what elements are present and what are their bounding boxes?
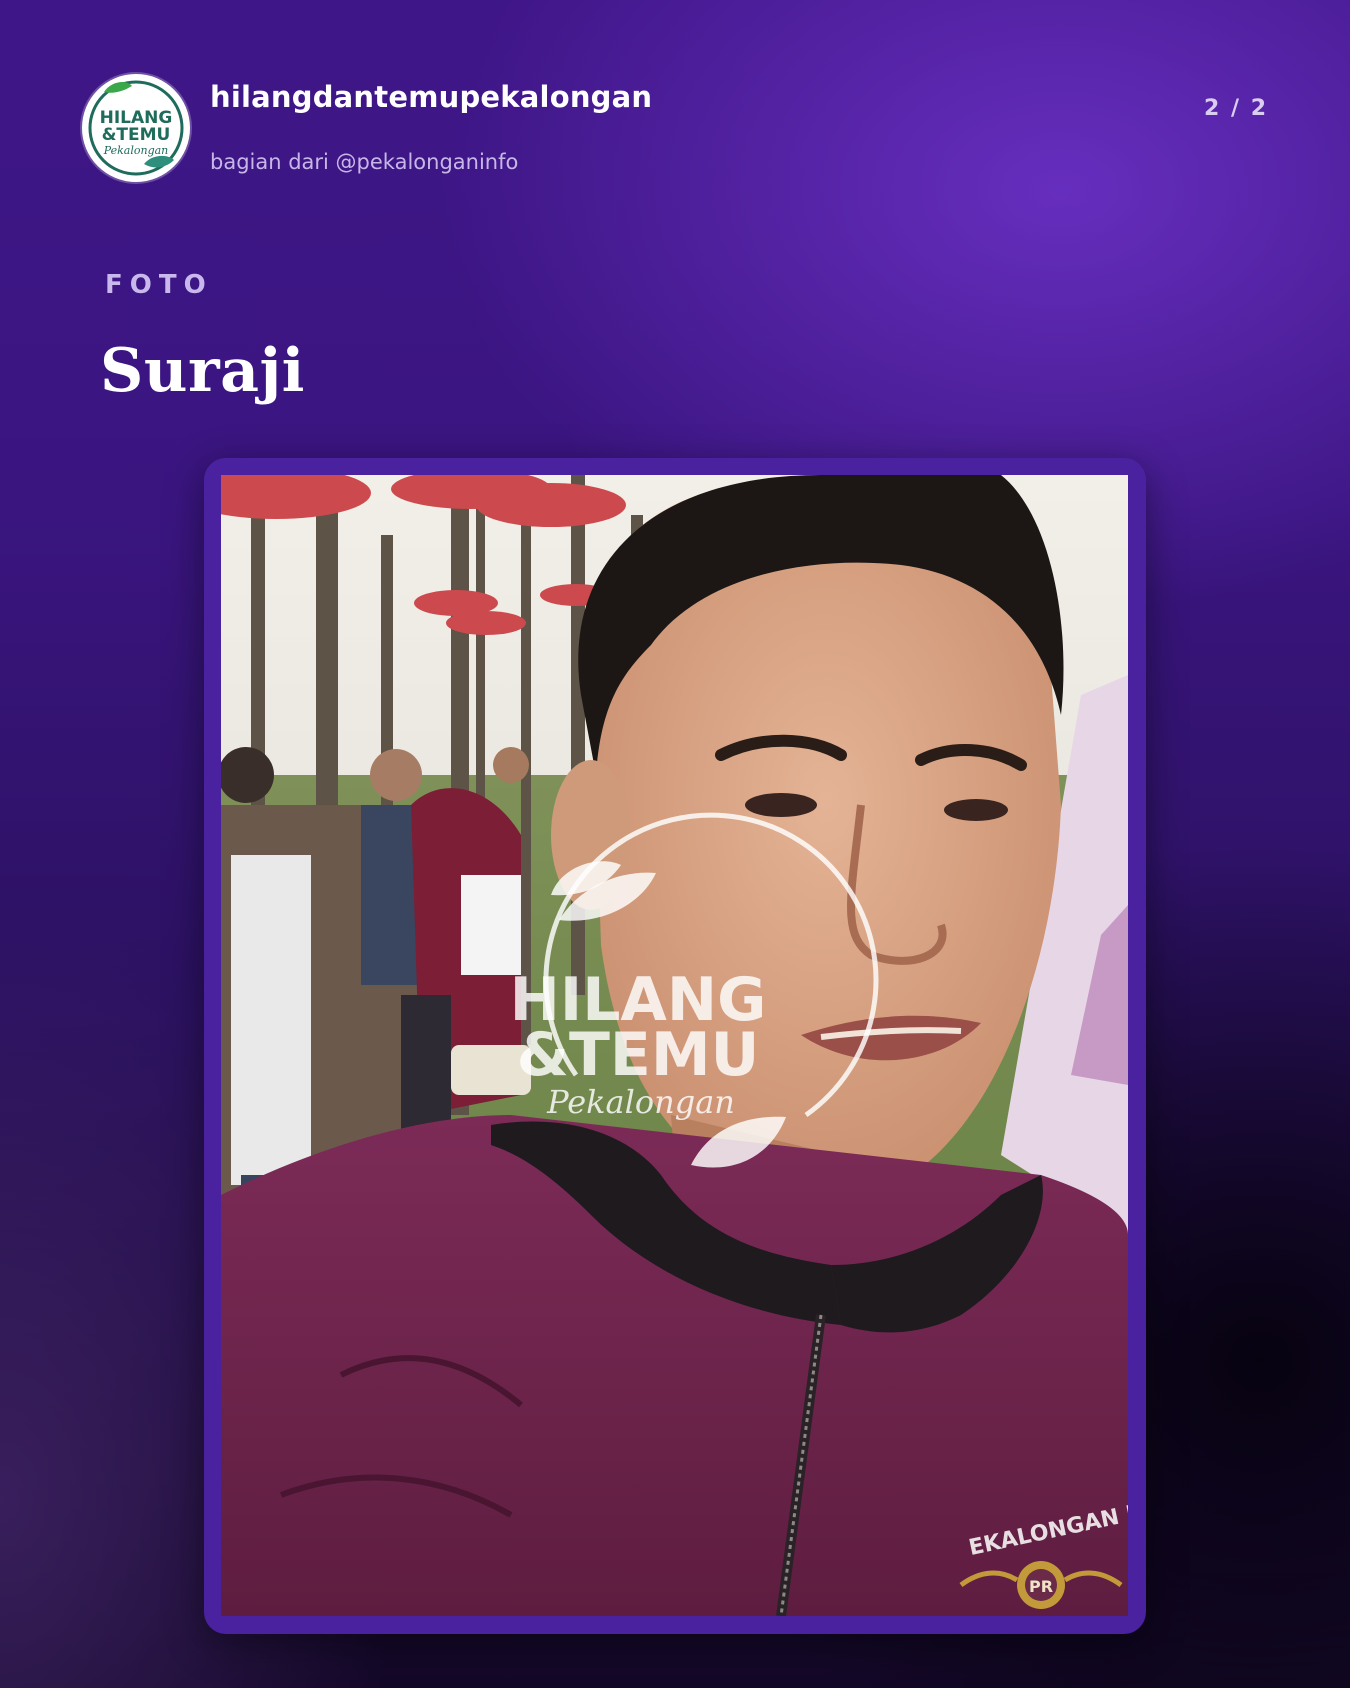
hilang-temu-logo-icon: HILANG &TEMU Pekalongan xyxy=(88,80,184,176)
watermark-script: Pekalongan xyxy=(546,1083,735,1121)
photo-card: EKALONGAN RANTAU PR HILANG &TEMU Pekalon… xyxy=(204,458,1146,1634)
account-name[interactable]: hilangdantemupekalongan xyxy=(210,80,652,114)
account-subtitle: bagian dari @pekalonganinfo xyxy=(210,150,519,174)
account-avatar[interactable]: HILANG &TEMU Pekalongan xyxy=(82,74,190,182)
page-indicator: 2 / 2 xyxy=(1204,96,1268,121)
watermark-line2: &TEMU xyxy=(517,1020,760,1090)
post-title: Suraji xyxy=(100,336,305,406)
logo-text-line2: &TEMU xyxy=(102,125,171,145)
section-label: FOTO xyxy=(105,270,213,300)
logo-text-script: Pekalongan xyxy=(103,144,169,157)
person-photo-illustration: EKALONGAN RANTAU PR HILANG &TEMU Pekalon… xyxy=(221,475,1128,1616)
post-header: HILANG &TEMU Pekalongan hilangdantemupek… xyxy=(82,74,1268,186)
badge-initials: PR xyxy=(1029,1577,1053,1596)
person-photo[interactable]: EKALONGAN RANTAU PR HILANG &TEMU Pekalon… xyxy=(221,475,1128,1616)
